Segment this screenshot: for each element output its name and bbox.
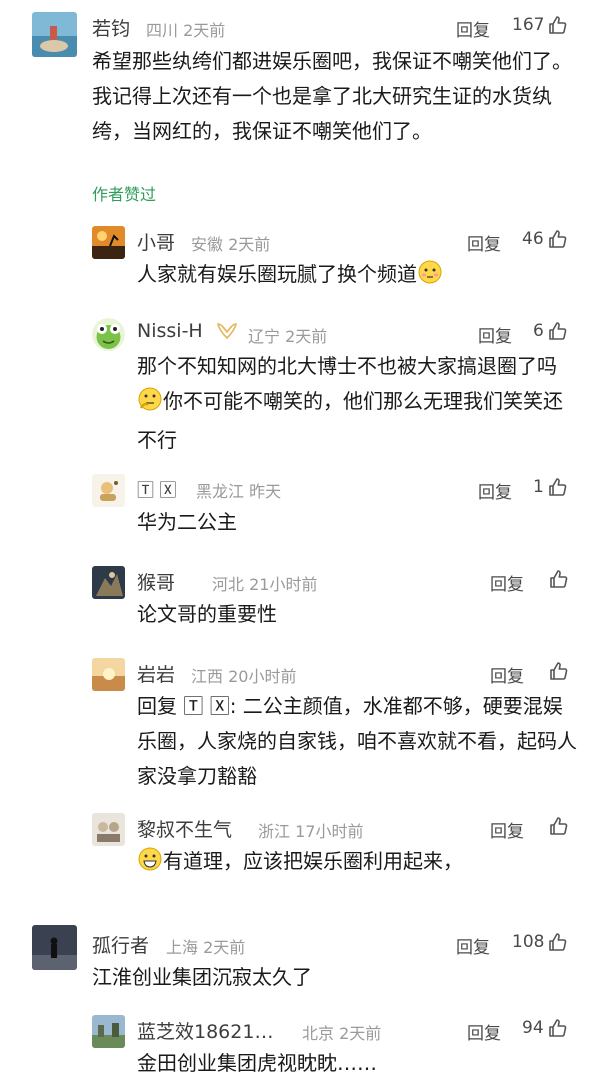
like-count: 108 [512, 932, 545, 952]
author-liked-badge: 作者赞过 [92, 185, 157, 204]
thumbs-up-icon [547, 932, 567, 952]
reply-button[interactable]: 回复 [478, 478, 512, 503]
avatar[interactable] [32, 925, 77, 970]
comment-content: 有道理，应该把娱乐圈利用起来， [137, 844, 577, 883]
like-button[interactable]: 1 [533, 477, 567, 497]
reply-button[interactable]: 回复 [490, 662, 524, 687]
thumbs-up-icon [548, 569, 568, 589]
commenter-name[interactable]: 猴哥 [137, 568, 175, 595]
comment-text: 你不可能不嘲笑的，他们那么无理我们笑笑还不行 [137, 389, 563, 452]
comment-content: 那个不知知网的北大博士不也被大家搞退圈了吗你不可能不嘲笑的，他们那么无理我们笑笑… [137, 349, 577, 458]
avatar[interactable] [92, 658, 125, 691]
reply-button[interactable]: 回复 [456, 16, 490, 41]
thumbs-up-icon [547, 477, 567, 497]
comment-meta: 黑龙江 昨天 [196, 482, 282, 501]
comment-content: 江淮创业集团沉寂太久了 [92, 965, 312, 989]
grinning-face-icon [137, 846, 163, 883]
comment-meta: 辽宁 2天前 [248, 327, 328, 346]
like-button[interactable] [548, 569, 568, 589]
avatar[interactable] [92, 1015, 125, 1048]
avatar[interactable] [92, 318, 125, 351]
comment-content: 论文哥的重要性 [137, 602, 277, 626]
comment-text: 那个不知知网的北大博士不也被大家搞退圈了吗 [137, 354, 557, 378]
commenter-name[interactable]: 🅃 🅇 [137, 476, 176, 501]
thumbs-up-icon [547, 321, 567, 341]
like-count: 94 [522, 1018, 544, 1038]
avatar[interactable] [92, 813, 125, 846]
comment-meta: 安徽 2天前 [191, 235, 271, 254]
reply-button[interactable]: 回复 [478, 322, 512, 347]
like-button[interactable]: 167 [512, 15, 567, 35]
avatar[interactable] [92, 474, 125, 507]
reply-button[interactable]: 回复 [456, 933, 490, 958]
like-button[interactable]: 108 [512, 932, 567, 952]
comment-meta: 四川 2天前 [146, 21, 226, 40]
like-button[interactable] [548, 661, 568, 681]
comment-content: 金田创业集团虎视眈眈…… [137, 1051, 377, 1075]
reply-button[interactable]: 回复 [490, 570, 524, 595]
thumbs-up-icon [547, 1018, 567, 1038]
like-count: 1 [533, 477, 544, 497]
comment-meta: 江西 20小时前 [191, 667, 297, 686]
comment-content: 华为二公主 [137, 510, 237, 534]
like-button[interactable]: 46 [522, 229, 567, 249]
comment-meta: 河北 21小时前 [212, 575, 318, 594]
commenter-name[interactable]: Nissi-H [137, 320, 203, 342]
comment-content: 回复 🅃 🅇: 二公主颜值，水准都不够，硬要混娱乐圈，人家烧的自家钱，咱不喜欢就… [137, 694, 577, 788]
reply-button[interactable]: 回复 [467, 1019, 501, 1044]
comment-meta: 北京 2天前 [302, 1024, 382, 1043]
like-button[interactable]: 6 [533, 321, 567, 341]
like-count: 46 [522, 229, 544, 249]
thumbs-up-icon [547, 15, 567, 35]
comment-content: 人家就有娱乐圈玩腻了换个频道 [137, 257, 577, 296]
commenter-name[interactable]: 黎叔不生气 [137, 815, 232, 842]
thumbs-up-icon [548, 816, 568, 836]
comment-content: 希望那些纨绔们都进娱乐圈吧，我保证不嘲笑他们了。我记得上次还有一个也是拿了北大研… [92, 49, 572, 143]
like-count: 6 [533, 321, 544, 341]
comment-meta: 浙江 17小时前 [258, 822, 364, 841]
comment-text: 人家就有娱乐圈玩腻了换个频道 [137, 262, 417, 286]
like-button[interactable]: 94 [522, 1018, 567, 1038]
commenter-name[interactable]: 小哥 [137, 228, 175, 255]
thumbs-up-icon [547, 229, 567, 249]
commenter-name[interactable]: 若钧 [92, 14, 130, 41]
avatar[interactable] [92, 226, 125, 259]
thinking-face-icon [137, 386, 163, 423]
thumbs-up-icon [548, 661, 568, 681]
comment-meta: 上海 2天前 [166, 938, 246, 957]
like-button[interactable] [548, 816, 568, 836]
commenter-name[interactable]: 孤行者 [92, 931, 149, 958]
comment-text: 有道理，应该把娱乐圈利用起来， [163, 849, 463, 873]
blushing-face-icon [417, 259, 443, 296]
reply-button[interactable]: 回复 [467, 230, 501, 255]
commenter-name[interactable]: 蓝芝效18621… [137, 1017, 273, 1044]
avatar[interactable] [92, 566, 125, 599]
reply-button[interactable]: 回复 [490, 817, 524, 842]
avatar[interactable] [32, 12, 77, 57]
like-count: 167 [512, 15, 545, 35]
commenter-name[interactable]: 岩岩 [137, 660, 175, 687]
badge-icon [216, 322, 238, 344]
